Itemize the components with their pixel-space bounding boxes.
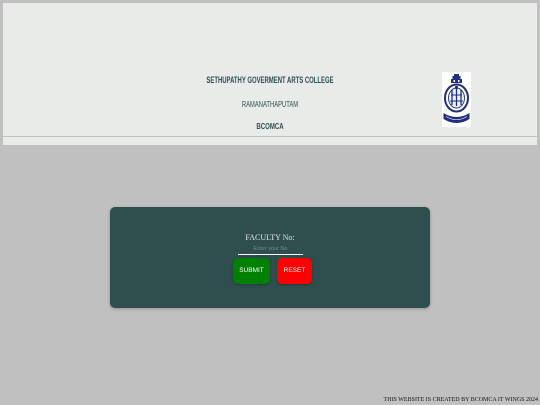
submit-button[interactable]: SUBMIT <box>233 258 270 284</box>
college-name: SETHUPATHY GOVERMENT ARTS COLLEGE <box>206 75 334 85</box>
site-header: SETHUPATHY GOVERMENT ARTS COLLEGE RAMANA… <box>3 3 537 145</box>
reset-button[interactable]: RESET <box>277 258 312 284</box>
faculty-number-label: FACULTY No: <box>245 233 295 242</box>
college-seal-icon <box>442 72 471 127</box>
department-name: BCOMCA <box>256 121 284 131</box>
faculty-number-input[interactable] <box>238 243 303 255</box>
footer-credit: THIS WEBSITE IS CREATED BY BCOMCA IT WIN… <box>383 397 538 403</box>
college-location: RAMANATHAPUTAM <box>241 100 299 109</box>
faculty-login-card: FACULTY No: SUBMIT RESET <box>110 207 430 308</box>
header-divider <box>3 136 537 137</box>
page: { "header": { "college_name": "SETHUPATH… <box>0 0 540 405</box>
